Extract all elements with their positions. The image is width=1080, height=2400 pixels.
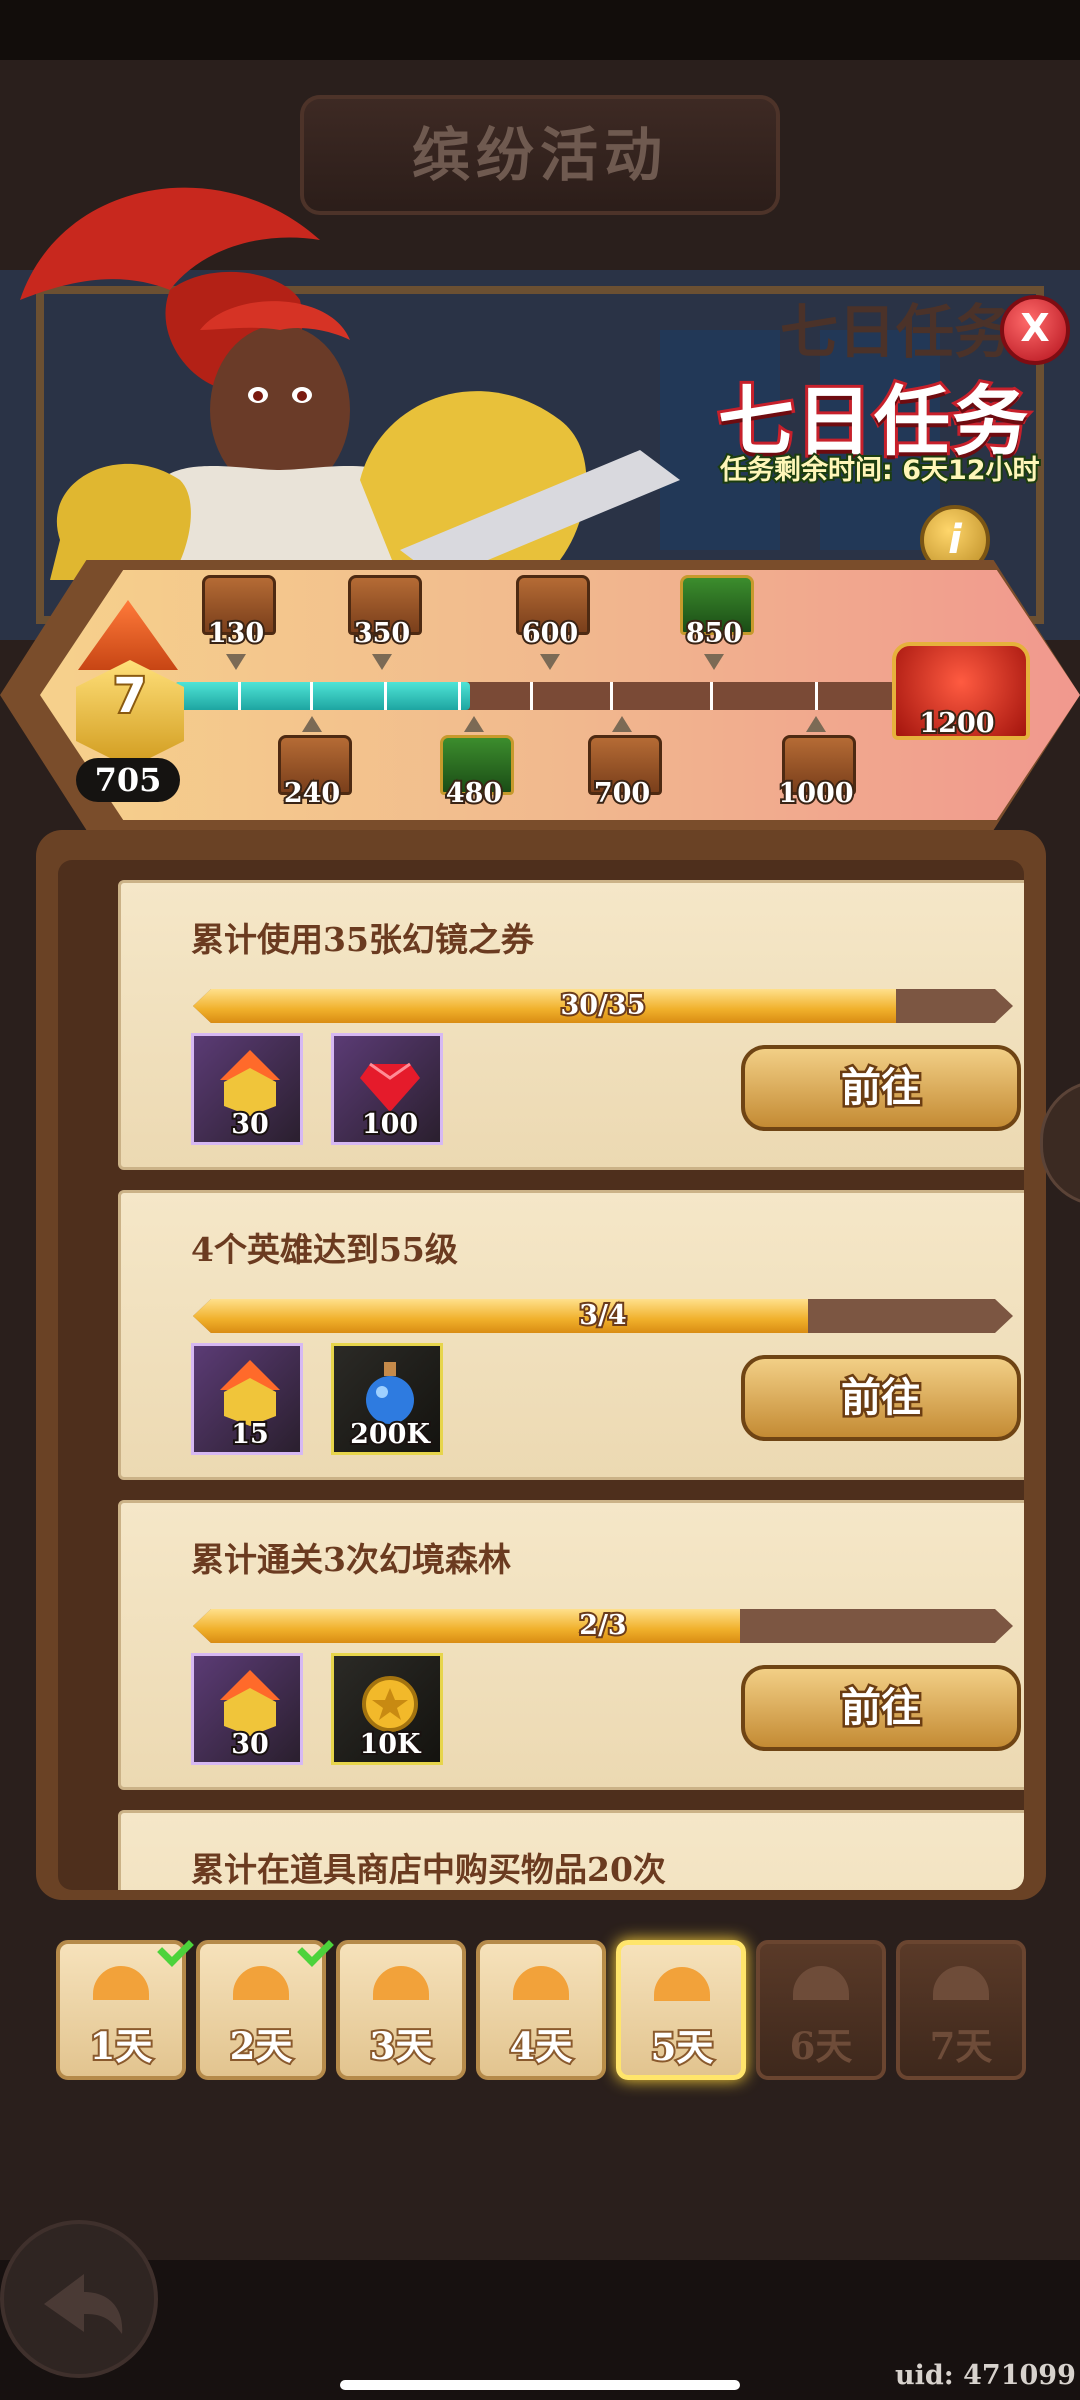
sun-icon bbox=[793, 1966, 849, 2000]
milestone-label: 600 bbox=[520, 616, 580, 651]
sun-icon bbox=[654, 1967, 710, 2001]
milestone-pointer-icon bbox=[612, 716, 632, 732]
ruby-gem-icon bbox=[360, 1062, 420, 1112]
task-card: 累计使用35张幻镜之券 30/35 30 100 前往 bbox=[118, 880, 1024, 1170]
reward-amount: 10K bbox=[357, 1727, 422, 1762]
go-button[interactable]: 前往 bbox=[741, 1355, 1021, 1441]
day-label: 6天 bbox=[789, 2024, 853, 2068]
reward-amount: 100 bbox=[360, 1107, 420, 1142]
day-label: 5天 bbox=[649, 2023, 716, 2071]
day-label: 2天 bbox=[228, 2022, 295, 2070]
task-progress-text: 2/3 bbox=[579, 1610, 627, 1641]
milestone-tick bbox=[530, 682, 533, 710]
back-button[interactable] bbox=[0, 2220, 158, 2378]
reward-item[interactable]: 10K bbox=[331, 1653, 443, 1765]
go-button[interactable]: 前往 bbox=[741, 1665, 1021, 1751]
sun-icon bbox=[373, 1966, 429, 2000]
milestone-pointer-icon bbox=[540, 654, 560, 670]
milestone-pointer-icon bbox=[806, 716, 826, 732]
milestone-tick bbox=[710, 682, 713, 710]
milestone-tick bbox=[238, 682, 241, 710]
activity-points: 705 bbox=[76, 758, 180, 802]
day-tab[interactable]: 6天 bbox=[756, 1940, 886, 2080]
task-list[interactable]: 累计使用35张幻镜之券 30/35 30 100 前往 4个英雄达到55级 3/… bbox=[58, 860, 1024, 1890]
task-progress-bar: 2/3 bbox=[193, 1609, 1013, 1643]
milestone-pointer-icon bbox=[302, 716, 322, 732]
task-title: 累计在道具商店中购买物品20次 bbox=[191, 1850, 666, 1889]
day-label: 7天 bbox=[929, 2024, 993, 2068]
task-title: 累计使用35张幻镜之券 bbox=[191, 920, 534, 959]
task-card: 累计通关3次幻境森林 2/3 30 10K 前往 bbox=[118, 1500, 1024, 1790]
task-card: 4个英雄达到55级 3/4 15 200K 前往 bbox=[118, 1190, 1024, 1480]
milestone-tick bbox=[815, 682, 818, 710]
day-label: 3天 bbox=[368, 2022, 435, 2070]
task-title: 4个英雄达到55级 bbox=[191, 1230, 458, 1269]
day-tab[interactable]: 5天 bbox=[616, 1940, 746, 2080]
task-progress-text: 30/35 bbox=[560, 990, 646, 1021]
milestone-label: 850 bbox=[684, 616, 744, 651]
go-button[interactable]: 前往 bbox=[741, 1045, 1021, 1131]
home-indicator[interactable] bbox=[340, 2380, 740, 2390]
reward-item[interactable]: 100 bbox=[331, 1033, 443, 1145]
sun-icon bbox=[933, 1966, 989, 2000]
milestone-pointer-icon bbox=[372, 654, 392, 670]
day-label: 1天 bbox=[88, 2022, 155, 2070]
milestone-label: 700 bbox=[592, 776, 652, 811]
milestone-label: 480 bbox=[444, 776, 504, 811]
task-title: 累计通关3次幻境森林 bbox=[191, 1540, 511, 1579]
hero-character-art bbox=[20, 187, 680, 580]
milestone-label: 1000 bbox=[776, 776, 855, 811]
milestone-progress-fill bbox=[175, 682, 471, 710]
remaining-time: 任务剩余时间: 6天12小时 bbox=[718, 453, 1042, 488]
milestone-label: 130 bbox=[206, 616, 266, 651]
milestone-tick bbox=[610, 682, 613, 710]
sun-icon bbox=[233, 1966, 289, 2000]
reward-item[interactable]: 30 bbox=[191, 1033, 303, 1145]
task-card: 累计在道具商店中购买物品20次 bbox=[118, 1810, 1024, 1890]
task-progress-text: 3/4 bbox=[579, 1300, 627, 1331]
day-tab[interactable]: 4天 bbox=[476, 1940, 606, 2080]
reward-amount: 30 bbox=[229, 1727, 271, 1762]
sun-icon bbox=[513, 1966, 569, 2000]
milestone-tick bbox=[458, 682, 461, 710]
reward-amount: 200K bbox=[348, 1417, 432, 1452]
milestone-pointer-icon bbox=[226, 654, 246, 670]
back-arrow-icon bbox=[44, 2274, 123, 2334]
milestone-label: 240 bbox=[282, 776, 342, 811]
final-milestone-label: 1200 bbox=[917, 706, 996, 741]
reward-item[interactable]: 30 bbox=[191, 1653, 303, 1765]
level-badge-icon bbox=[220, 1360, 280, 1426]
day-label: 4天 bbox=[508, 2022, 575, 2070]
milestone-tick bbox=[384, 682, 387, 710]
day-tab[interactable]: 3天 bbox=[336, 1940, 466, 2080]
reward-item[interactable]: 200K bbox=[331, 1343, 443, 1455]
level-number: 7 bbox=[111, 666, 148, 726]
milestone-pointer-icon bbox=[704, 654, 724, 670]
event-title-shadow: 七日任务 bbox=[780, 298, 1013, 366]
task-progress-bar: 30/35 bbox=[193, 989, 1013, 1023]
task-progress-bar: 3/4 bbox=[193, 1299, 1013, 1333]
exp-potion-icon bbox=[366, 1362, 414, 1424]
gold-coin-icon bbox=[362, 1676, 418, 1732]
user-id: uid: 471099 bbox=[895, 2360, 1076, 2391]
reward-item[interactable]: 15 bbox=[191, 1343, 303, 1455]
milestone-tick bbox=[310, 682, 313, 710]
level-badge-icon bbox=[220, 1050, 280, 1116]
milestone-label: 350 bbox=[352, 616, 412, 651]
close-button[interactable]: X bbox=[1000, 295, 1070, 365]
day-tab[interactable]: 7天 bbox=[896, 1940, 1026, 2080]
reward-amount: 15 bbox=[229, 1417, 271, 1452]
reward-amount: 30 bbox=[229, 1107, 271, 1142]
level-badge-icon bbox=[220, 1670, 280, 1736]
milestone-pointer-icon bbox=[464, 716, 484, 732]
sun-icon bbox=[93, 1966, 149, 2000]
